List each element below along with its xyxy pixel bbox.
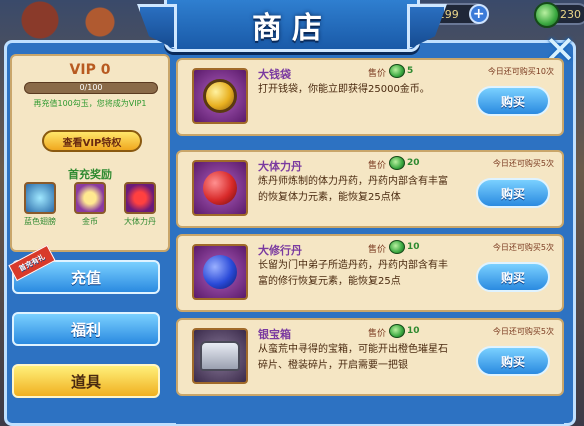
item-description: 打开钱袋，你能立即获得25000金币。 xyxy=(258,84,430,95)
shop-item: 大钱袋 售价 5 今日还可购买10次 打开钱袋，你能立即获得25000金币。 购… xyxy=(176,58,564,136)
purchase-limit: 今日还可购买10次 xyxy=(487,67,554,76)
shop-item: 银宝箱 售价 10 今日还可购买5次 从蛮荒中寻得的宝箱，可能开出橙色璀星石碎片… xyxy=(176,318,564,396)
coin-icon xyxy=(203,79,237,113)
buy-button[interactable]: 购买 xyxy=(476,178,550,208)
price-value: 10 xyxy=(407,326,420,336)
add-gold-button[interactable]: + xyxy=(468,4,489,24)
jade-value: 230 xyxy=(560,7,581,21)
title-banner: 商店 xyxy=(164,0,420,52)
reward-item[interactable]: 蓝色翅膀 xyxy=(18,182,62,227)
blue-pill-icon xyxy=(192,244,248,300)
vip-box: VIP 0 0/100 再充值100勾玉，您将成为VIP1 查看VIP特权 首充… xyxy=(10,54,170,252)
items-label: 道具 xyxy=(70,372,101,391)
wing-icon xyxy=(24,182,56,214)
purchase-limit: 今日还可购买5次 xyxy=(492,243,554,252)
price-value: 10 xyxy=(407,242,420,252)
jade-icon xyxy=(389,324,405,338)
jade-resource: 230 xyxy=(534,0,584,28)
shop-item-list: 大钱袋 售价 5 今日还可购买10次 打开钱袋，你能立即获得25000金币。 购… xyxy=(176,58,564,418)
vip-progress-bar: 0/100 xyxy=(24,82,158,94)
items-button[interactable]: 道具 xyxy=(12,364,160,398)
recharge-label: 充值 xyxy=(70,268,101,287)
jade-icon xyxy=(389,240,405,254)
purchase-limit: 今日还可购买5次 xyxy=(492,159,554,168)
vip-hint: 再充值100勾玉，您将成为VIP1 xyxy=(33,99,147,108)
red-pill-icon xyxy=(192,160,248,216)
price-label: 售价 xyxy=(368,329,387,339)
vip-level: VIP 0 xyxy=(69,62,111,78)
item-description: 从蛮荒中寻得的宝箱，可能开出橙色璀星石碎片、橙装碎片，开启需要一把银 xyxy=(258,344,448,371)
item-name: 银宝箱 xyxy=(258,328,291,341)
coin-icon xyxy=(74,182,106,214)
item-description: 长留为门中弟子所造丹药，丹药内部含有丰富的修行恢复元素，能恢复25点 xyxy=(258,260,448,287)
jade-icon xyxy=(534,2,560,28)
price-label: 售价 xyxy=(368,161,387,171)
reward-item[interactable]: 大体力丹 xyxy=(118,182,162,227)
background-decoration xyxy=(0,0,130,40)
sidebar: VIP 0 0/100 再充值100勾玉，您将成为VIP1 查看VIP特权 首充… xyxy=(8,54,170,424)
buy-button[interactable]: 购买 xyxy=(476,262,550,292)
reward-label: 蓝色翅膀 xyxy=(24,217,56,226)
shop-item: 大修行丹 售价 10 今日还可购买5次 长留为门中弟子所造丹药，丹药内部含有丰富… xyxy=(176,234,564,312)
vip-progress-text: 0/100 xyxy=(79,83,103,92)
reward-label: 大体力丹 xyxy=(124,217,156,226)
page-title: 商店 xyxy=(252,10,332,46)
first-recharge-title: 首充奖励 xyxy=(68,168,112,181)
jade-pill: 230 xyxy=(534,2,584,28)
first-recharge-rewards: 蓝色翅膀 金币 大体力丹 xyxy=(18,182,162,227)
item-name: 大钱袋 xyxy=(258,68,291,81)
shop-item: 大体力丹 售价 20 今日还可购买5次 炼丹师炼制的体力丹药，丹药内部含有丰富的… xyxy=(176,150,564,228)
reward-item[interactable]: 金币 xyxy=(68,182,112,227)
price-label: 售价 xyxy=(368,245,387,255)
red-pill-icon xyxy=(124,182,156,214)
coin-bag-icon xyxy=(192,68,248,124)
item-name: 大修行丹 xyxy=(258,244,302,257)
item-name: 大体力丹 xyxy=(258,160,302,173)
recharge-button[interactable]: 首充有礼 充值 xyxy=(8,244,160,294)
jade-icon xyxy=(389,64,405,78)
list-scroll-fade xyxy=(176,398,564,424)
jade-icon xyxy=(389,156,405,170)
reward-label: 金币 xyxy=(82,217,98,226)
chest-shape xyxy=(200,341,240,371)
silver-chest-icon xyxy=(192,328,248,384)
item-description: 炼丹师炼制的体力丹药，丹药内部含有丰富的恢复体力元素，能恢复25点体 xyxy=(258,176,448,203)
welfare-label: 福利 xyxy=(70,320,101,339)
price-label: 售价 xyxy=(368,69,387,79)
view-vip-button[interactable]: 查看VIP特权 xyxy=(42,130,142,152)
welfare-button[interactable]: 福利 xyxy=(12,312,160,346)
price-value: 5 xyxy=(407,66,414,76)
purchase-limit: 今日还可购买5次 xyxy=(492,327,554,336)
price-value: 20 xyxy=(407,158,420,168)
blue-orb-icon xyxy=(203,255,237,289)
buy-button[interactable]: 购买 xyxy=(476,346,550,376)
red-orb-icon xyxy=(203,171,237,205)
buy-button[interactable]: 购买 xyxy=(476,86,550,116)
